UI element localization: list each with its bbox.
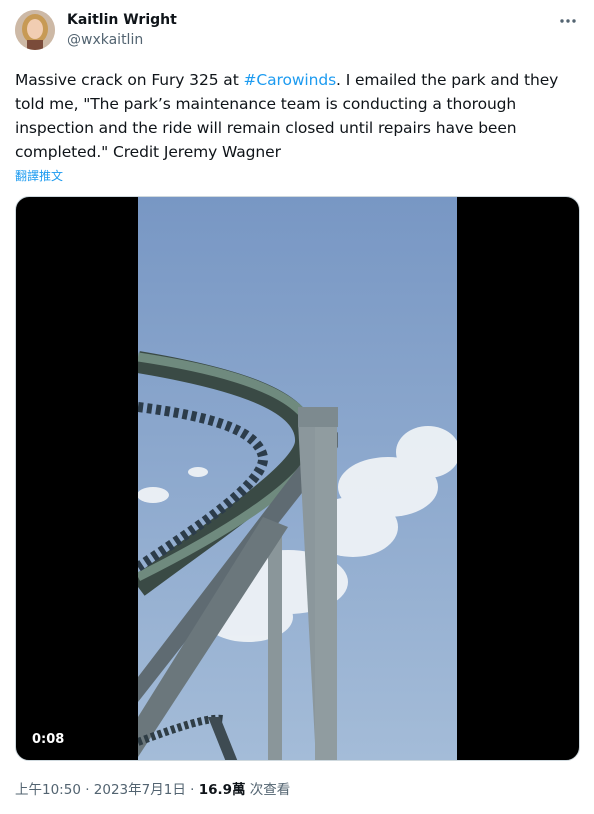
author-handle[interactable]: @wxkaitlin [67,32,143,48]
tweet-header: Kaitlin Wright @wxkaitlin [15,10,580,52]
more-button[interactable] [556,10,580,32]
tweet-meta: 上午10:50 · 2023年7月1日 · 16.9萬 次查看 [15,778,290,798]
avatar-icon [15,10,55,50]
author-name[interactable]: Kaitlin Wright [67,12,177,28]
view-count: 16.9萬 [198,782,246,798]
video-player[interactable]: 0:08 [15,196,580,761]
timestamp[interactable]: 上午10:50 · 2023年7月1日 · [15,782,199,798]
video-duration: 0:08 [26,730,71,749]
more-dots-icon [560,19,576,23]
tweet-text: Massive crack on Fury 325 at #Carowinds.… [15,68,580,164]
hashtag-link[interactable]: #Carowinds [244,71,337,89]
translate-tweet-link[interactable]: 翻譯推文 [15,167,63,184]
video-frame [138,197,457,760]
avatar[interactable] [15,10,55,50]
views-label: 次查看 [245,782,291,798]
tweet-text-start: Massive crack on Fury 325 at [15,71,244,89]
